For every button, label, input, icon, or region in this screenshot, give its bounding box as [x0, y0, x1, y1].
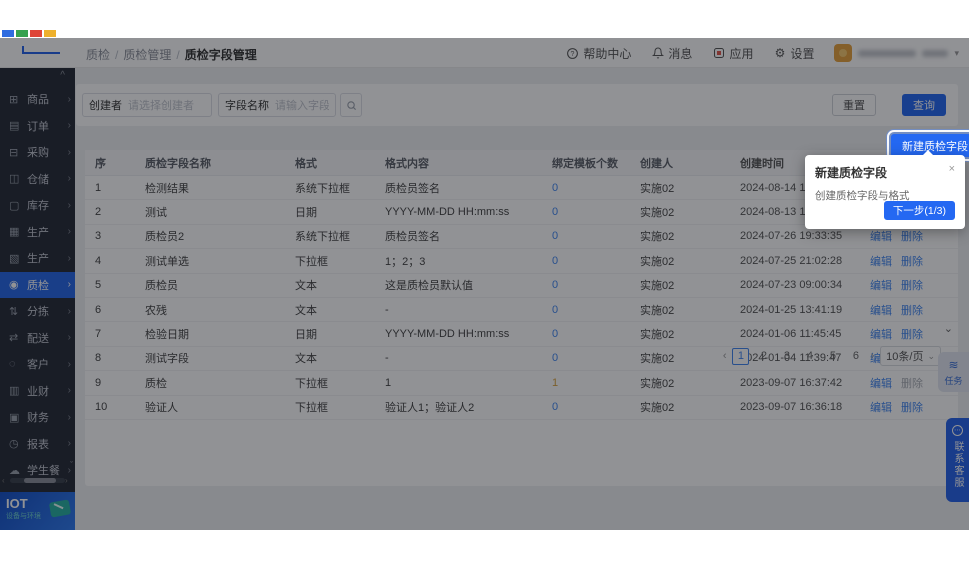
browser-tab-color-1 — [16, 30, 28, 37]
guide-popup: 新建质检字段 × 创建质检字段与格式 下一步(1/3) — [805, 155, 965, 229]
browser-tab-color-2 — [30, 30, 42, 37]
browser-tab-strip — [2, 30, 56, 37]
browser-tab-color-3 — [44, 30, 56, 37]
browser-tab-color-0 — [2, 30, 14, 37]
popup-title: 新建质检字段 — [815, 164, 887, 181]
popup-arrow — [923, 150, 933, 155]
next-step-button[interactable]: 下一步(1/3) — [884, 201, 955, 220]
guide-dim-overlay — [0, 38, 969, 530]
screenshot-stage: 质检/质检管理/质检字段管理 ?帮助中心消息应用⚙设置▾ ^ ⊞商品›▤订单›⊟… — [0, 0, 969, 569]
popup-header: 新建质检字段 × — [815, 164, 955, 181]
close-icon[interactable]: × — [949, 164, 955, 175]
